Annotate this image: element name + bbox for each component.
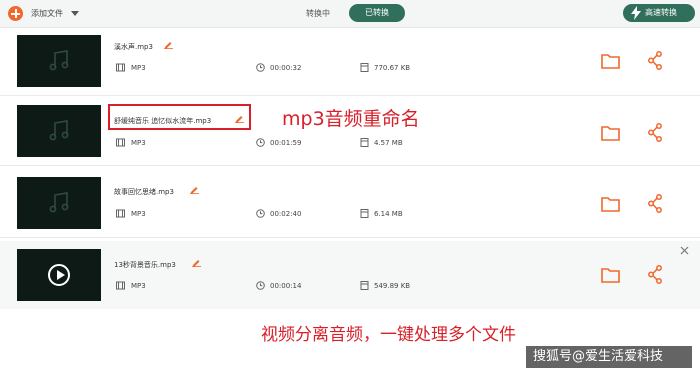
add-file-label[interactable]: 添加文件 — [31, 8, 63, 19]
file-format: MP3 — [131, 282, 146, 290]
bottom-caption: 视频分离音频，一键处理多个文件 — [261, 325, 516, 345]
file-name: 溪水声.mp3 — [114, 43, 153, 51]
thumbnail — [17, 177, 101, 229]
file-format: MP3 — [131, 210, 146, 218]
clock-icon — [256, 138, 265, 147]
thumbnail — [17, 35, 101, 87]
list-item: 故事回忆思绪.mp3 MP3 00:02:40 6.14 MB — [0, 170, 700, 238]
share-icon[interactable] — [647, 265, 663, 284]
fast-convert-button[interactable]: 高速转换 — [623, 4, 695, 22]
row-divider — [0, 95, 700, 96]
thumbnail — [17, 249, 101, 301]
fast-convert-label: 高速转换 — [645, 8, 677, 17]
file-size: 6.14 MB — [374, 210, 403, 218]
top-toolbar: 添加文件 转换中 已转换 高速转换 — [0, 0, 700, 28]
file-size: 770.67 KB — [374, 64, 411, 72]
highlight-box — [108, 104, 251, 130]
edit-icon[interactable] — [190, 185, 199, 194]
edit-icon[interactable] — [164, 40, 173, 49]
file-size-icon — [360, 138, 369, 147]
thumbnail — [17, 105, 101, 157]
row-divider — [0, 165, 700, 166]
edit-icon[interactable] — [192, 258, 201, 267]
file-size-icon — [360, 281, 369, 290]
folder-icon[interactable] — [601, 125, 620, 141]
format-icon — [116, 209, 125, 218]
tab-converted[interactable]: 已转换 — [349, 4, 405, 22]
share-icon[interactable] — [647, 51, 663, 70]
list-item: 溪水声.mp3 MP3 00:00:32 770.67 KB — [0, 28, 700, 96]
clock-icon — [256, 209, 265, 218]
file-duration: 00:00:14 — [270, 282, 302, 290]
share-icon[interactable] — [647, 123, 663, 142]
file-size-icon — [360, 63, 369, 72]
file-format: MP3 — [131, 139, 146, 147]
lightning-icon — [631, 6, 641, 20]
tab-converting[interactable]: 转换中 — [306, 8, 330, 19]
clock-icon — [256, 281, 265, 290]
format-icon — [116, 281, 125, 290]
clock-icon — [256, 63, 265, 72]
file-format: MP3 — [131, 64, 146, 72]
chevron-down-icon[interactable] — [71, 11, 79, 16]
rename-callout: mp3音频重命名 — [282, 108, 420, 130]
music-note-icon — [49, 192, 69, 213]
music-note-icon — [49, 120, 69, 141]
file-name: 故事回忆思绪.mp3 — [114, 188, 174, 196]
row-divider — [0, 237, 700, 238]
list-item: 13秒背景音乐.mp3 MP3 00:00:14 549.89 KB — [0, 241, 700, 309]
file-size: 549.89 KB — [374, 282, 411, 290]
close-icon[interactable] — [680, 246, 689, 255]
format-icon — [116, 138, 125, 147]
play-icon[interactable] — [48, 264, 70, 286]
file-size: 4.57 MB — [374, 139, 403, 147]
music-note-icon — [49, 50, 69, 71]
folder-icon[interactable] — [601, 196, 620, 212]
folder-icon[interactable] — [601, 53, 620, 69]
file-duration: 00:02:40 — [270, 210, 302, 218]
folder-icon[interactable] — [601, 267, 620, 283]
file-name: 13秒背景音乐.mp3 — [114, 261, 176, 269]
format-icon — [116, 63, 125, 72]
share-icon[interactable] — [647, 194, 663, 213]
add-file-icon[interactable] — [8, 6, 23, 21]
file-size-icon — [360, 209, 369, 218]
watermark: 搜狐号@爱生活爱科技 — [526, 346, 692, 368]
file-duration: 00:01:59 — [270, 139, 302, 147]
file-duration: 00:00:32 — [270, 64, 302, 72]
